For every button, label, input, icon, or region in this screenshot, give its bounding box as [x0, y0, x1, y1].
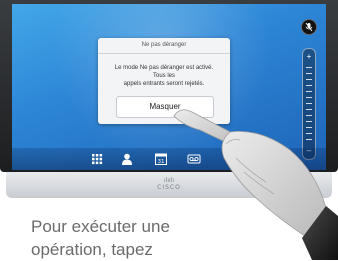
dialog-message-line-2: appels entrants seront rejetés.: [123, 81, 205, 87]
mic-muted-icon: [305, 22, 313, 32]
contacts-icon[interactable]: [120, 152, 134, 166]
caption-line-2: opération, tapez: [31, 240, 153, 259]
volume-tick: [306, 85, 312, 86]
instruction-caption: Pour exécuter une opération, tapez: [31, 215, 231, 261]
dialog-message: Le mode Ne pas déranger est activé. Tous…: [98, 54, 230, 88]
volume-plus-icon[interactable]: +: [303, 53, 315, 61]
volume-tick: [306, 67, 312, 68]
volume-tick: [306, 73, 312, 74]
caption-line-1: Pour exécuter une: [31, 217, 170, 236]
mute-mic-button[interactable]: [301, 19, 317, 35]
volume-tick: [306, 79, 312, 80]
dialog-message-line-1: Le mode Ne pas déranger est activé. Tous…: [114, 65, 214, 79]
keypad-icon[interactable]: [90, 152, 104, 166]
dialog-title: Ne pas déranger: [98, 38, 230, 54]
